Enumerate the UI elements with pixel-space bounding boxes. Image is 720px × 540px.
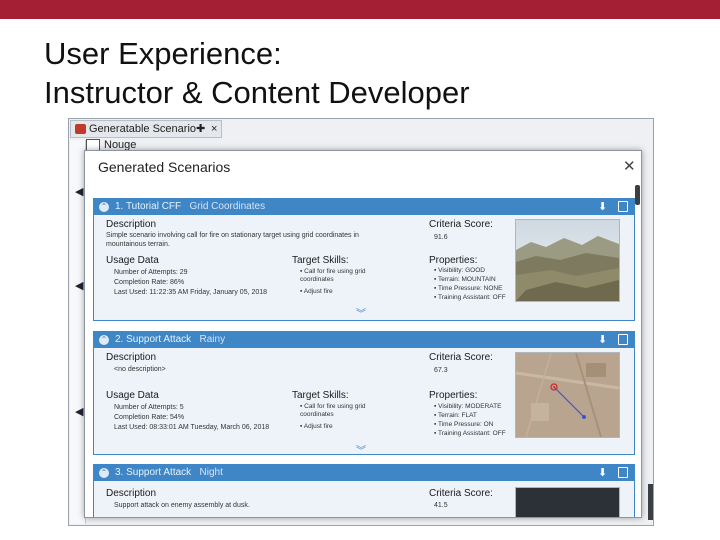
collapse-icon[interactable]: ⌃	[99, 468, 109, 478]
scenario-thumbnail	[515, 487, 620, 517]
scenario-title: 1. Tutorial CFF	[115, 201, 182, 212]
scenario-title: 3. Support Attack	[115, 467, 192, 478]
skill-text: Adjust fire	[303, 288, 333, 295]
property-text: Terrain: FLAT	[438, 412, 477, 419]
usage-last-used: Last Used: 11:22:35 AM Friday, January 0…	[114, 289, 268, 296]
delete-icon[interactable]	[618, 334, 628, 345]
scenario-thumbnail	[515, 352, 620, 438]
description-label: Description	[106, 219, 157, 230]
download-icon[interactable]: ⬇	[598, 199, 607, 215]
skill-text: Call for fire using grid coordinates	[300, 403, 366, 418]
map-thumbnail-image	[515, 352, 620, 438]
property-text: Training Assistant: OFF	[438, 294, 506, 301]
property-text: Visibility: GOOD	[438, 267, 485, 274]
criteria-score: 91.6	[434, 234, 448, 241]
expand-chevron-icon[interactable]: ︾	[356, 442, 366, 457]
collapse-icon[interactable]: ⌃	[99, 335, 109, 345]
slide-accent-bar	[0, 0, 720, 19]
criteria-label: Criteria Score:	[429, 219, 493, 230]
criteria-score: 67.3	[434, 367, 448, 374]
tab-generatable-scenario[interactable]: Generatable Scenario ✚ ×	[70, 120, 222, 138]
expand-arrow-icon[interactable]: ◀	[75, 185, 83, 198]
skill-text: Call for fire using grid coordinates	[300, 268, 366, 283]
skills-label: Target Skills:	[292, 255, 349, 266]
tab-close-icon[interactable]: ×	[211, 121, 217, 137]
collapse-icon[interactable]: ⌃	[99, 202, 109, 212]
scenario-subtitle: Grid Coordinates	[189, 201, 266, 212]
property-text: Terrain: MOUNTAIN	[438, 276, 496, 283]
scenario-card: ⌃ 3. Support Attack Night ⬇ Description …	[93, 464, 635, 517]
usage-label: Usage Data	[106, 255, 159, 266]
skill-item: ▪ Call for fire using grid coordinates	[300, 403, 366, 418]
criteria-label: Criteria Score:	[429, 352, 493, 363]
property-text: Training Assistant: OFF	[438, 430, 506, 437]
property-item: ▪ Time Pressure: NONE	[434, 285, 503, 292]
property-item: ▪ Visibility: MODERATE	[434, 403, 502, 410]
property-item: ▪ Terrain: MOUNTAIN	[434, 276, 496, 283]
usage-last-used: Last Used: 08:33:01 AM Tuesday, March 06…	[114, 424, 270, 431]
description-label: Description	[106, 352, 157, 363]
scenario-card-header[interactable]: ⌃ 1. Tutorial CFF Grid Coordinates ⬇	[94, 199, 634, 215]
criteria-label: Criteria Score:	[429, 488, 493, 499]
slide-title: User Experience: Instructor & Content De…	[44, 34, 470, 112]
download-icon[interactable]: ⬇	[598, 332, 607, 348]
dialog-title: Generated Scenarios	[98, 159, 231, 175]
property-item: ▪ Visibility: GOOD	[434, 267, 485, 274]
skill-text: Adjust fire	[303, 423, 333, 430]
close-icon[interactable]: ✕	[623, 157, 636, 175]
delete-icon[interactable]	[618, 467, 628, 478]
usage-label: Usage Data	[106, 390, 159, 401]
scrollbar-thumb[interactable]	[648, 484, 653, 520]
scenario-card: ⌃ 2. Support Attack Rainy ⬇ Description …	[93, 331, 635, 457]
scenario-title: 2. Support Attack	[115, 334, 192, 345]
scrollbar-thumb[interactable]	[635, 185, 640, 205]
delete-icon[interactable]	[618, 201, 628, 212]
scenario-card-header[interactable]: ⌃ 3. Support Attack Night ⬇	[94, 465, 634, 481]
usage-attempts: Number of Attempts: 5	[114, 404, 184, 411]
scenario-card: ⌃ 1. Tutorial CFF Grid Coordinates ⬇ Des…	[93, 198, 635, 321]
pin-icon[interactable]: ✚	[196, 121, 205, 137]
expand-arrow-icon[interactable]: ◀	[75, 279, 83, 292]
properties-label: Properties:	[429, 255, 478, 266]
scenario-card-header[interactable]: ⌃ 2. Support Attack Rainy ⬇	[94, 332, 634, 348]
description-text: <no description>	[114, 366, 166, 373]
property-text: Time Pressure: ON	[438, 421, 494, 428]
properties-label: Properties:	[429, 390, 478, 401]
generated-scenarios-dialog: Generated Scenarios ✕ ⌃ 1. Tutorial CFF …	[84, 150, 642, 518]
criteria-score: 41.5	[434, 502, 448, 509]
description-label: Description	[106, 488, 157, 499]
description-text: Simple scenario involving call for fire …	[106, 232, 359, 248]
usage-attempts: Number of Attempts: 29	[114, 269, 188, 276]
skill-item: ▪ Adjust fire	[300, 288, 333, 295]
scenario-subtitle: Night	[199, 467, 223, 478]
property-text: Time Pressure: NONE	[438, 285, 503, 292]
slide-title-line2: Instructor & Content Developer	[44, 75, 470, 110]
tab-label: Generatable Scenario	[89, 123, 197, 135]
skill-item: ▪ Adjust fire	[300, 423, 333, 430]
property-item: ▪ Training Assistant: OFF	[434, 430, 506, 437]
scenario-subtitle: Rainy	[199, 334, 226, 345]
property-text: Visibility: MODERATE	[438, 403, 502, 410]
scenario-thumbnail	[515, 219, 620, 302]
skills-label: Target Skills:	[292, 390, 349, 401]
terrain-thumbnail-image	[516, 220, 619, 301]
scenario-icon	[75, 124, 86, 134]
expand-chevron-icon[interactable]: ︾	[356, 305, 366, 320]
slide-title-line1: User Experience:	[44, 36, 282, 71]
skill-item: ▪ Call for fire using grid coordinates	[300, 268, 366, 283]
property-item: ▪ Terrain: FLAT	[434, 412, 477, 419]
usage-completion: Completion Rate: 86%	[114, 279, 185, 286]
description-text: Support attack on enemy assembly at dusk…	[114, 502, 250, 509]
usage-completion: Completion Rate: 54%	[114, 414, 185, 421]
expand-arrow-icon[interactable]: ◀	[75, 405, 83, 418]
property-item: ▪ Training Assistant: OFF	[434, 294, 506, 301]
download-icon[interactable]: ⬇	[598, 465, 607, 481]
property-item: ▪ Time Pressure: ON	[434, 421, 494, 428]
